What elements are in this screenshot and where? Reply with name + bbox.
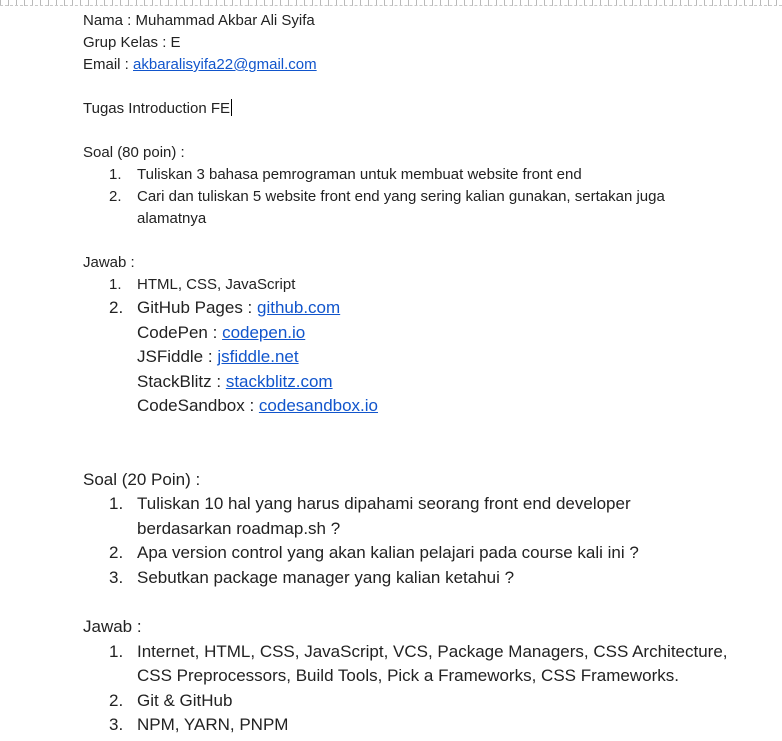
email-label: Email : (83, 56, 134, 73)
list-item: 3. NPM, YARN, PNPM (109, 715, 289, 734)
jsfiddle-link[interactable]: jsfiddle.net (217, 347, 298, 366)
soal-1-heading: Soal (80 poin) : (83, 144, 185, 161)
list-item: 2. Apa version control yang akan kalian p… (109, 543, 639, 562)
list-item-continuation: alamatnya (137, 210, 207, 227)
list-item-continuation: berdasarkan roadmap.sh ? (137, 518, 341, 538)
github-link[interactable]: github.com (257, 298, 340, 317)
email-link[interactable]: akbaralisyifa22@gmail.com (133, 56, 317, 73)
website-item-stackblitz: StackBlitz : stackblitz.com (137, 371, 333, 391)
soal-2-question-list: 1. Tuliskan 10 hal yang harus dipahami se… (83, 492, 763, 590)
soal-2-heading: Soal (20 Poin) : (83, 469, 201, 489)
jawab-1-answer-list: 1. HTML, CSS, JavaScript (83, 274, 763, 296)
list-item: 2. Git & GitHub (109, 690, 233, 710)
website-item-codesandbox: CodeSandbox : codesandbox.io (137, 396, 379, 415)
class-group-line: Grup Kelas : E (83, 34, 181, 51)
stackblitz-link[interactable]: stackblitz.com (226, 372, 333, 391)
website-item-github: 2. GitHub Pages : github.com (109, 298, 341, 317)
list-item-continuation: CSS Preprocessors, Build Tools, Pick a F… (137, 666, 679, 685)
codesandbox-link[interactable]: codesandbox.io (259, 396, 378, 415)
text-cursor (231, 99, 233, 116)
list-item: 1. Tuliskan 3 bahasa pemrograman untuk me… (109, 166, 582, 183)
page-ruler (0, 0, 782, 6)
website-list: 2. GitHub Pages : github.com CodePen : co… (83, 296, 763, 419)
website-item-jsfiddle: JSFiddle : jsfiddle.net (137, 347, 299, 366)
website-item-codepen: CodePen : codepen.io (137, 322, 306, 342)
list-item: 1. Tuliskan 10 hal yang harus dipahami se… (109, 494, 631, 513)
document-title: Tugas Introduction FE (83, 99, 233, 117)
list-item: 1. HTML, CSS, JavaScript (109, 276, 296, 293)
list-item: 3. Sebutkan package manager yang kalian k… (109, 567, 515, 587)
jawab-2-heading: Jawab : (83, 617, 142, 636)
soal-1-question-list: 1. Tuliskan 3 bahasa pemrograman untuk me… (83, 164, 763, 230)
document-body[interactable]: Nama : Muhammad Akbar Ali Syifa Grup Kel… (83, 10, 763, 738)
jawab-2-answer-list: 1. Internet, HTML, CSS, JavaScript, VCS, … (83, 640, 763, 738)
name-line: Nama : Muhammad Akbar Ali Syifa (83, 12, 315, 29)
codepen-link[interactable]: codepen.io (222, 323, 305, 342)
list-item: 1. Internet, HTML, CSS, JavaScript, VCS, … (109, 641, 728, 661)
email-line: Email : akbaralisyifa22@gmail.com (83, 54, 763, 76)
jawab-1-heading: Jawab : (83, 254, 135, 271)
list-item: 2. Cari dan tuliskan 5 website front end … (109, 188, 665, 205)
